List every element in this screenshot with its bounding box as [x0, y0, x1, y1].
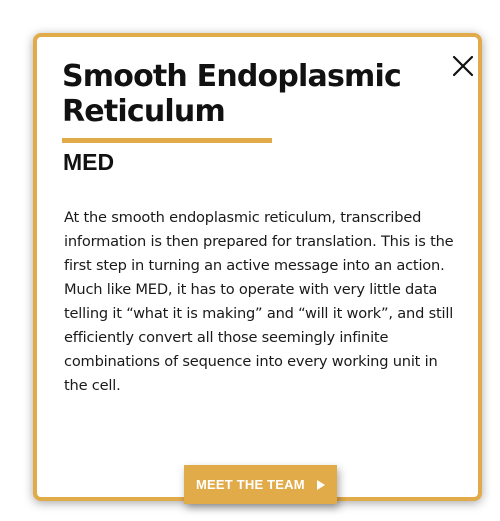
- play-arrow-icon: [317, 479, 325, 490]
- card-description: At the smooth endoplasmic reticulum, tra…: [64, 209, 454, 394]
- meet-the-team-label: MEET THE TEAM: [196, 477, 305, 492]
- title-underline: [62, 138, 272, 143]
- card-title: Smooth Endoplasmic Reticulum: [62, 59, 402, 129]
- info-card: Smooth Endoplasmic Reticulum MED At the …: [33, 33, 482, 504]
- close-icon: [452, 55, 474, 77]
- close-button[interactable]: [450, 53, 476, 79]
- meet-the-team-button[interactable]: MEET THE TEAM: [184, 465, 337, 504]
- card-subtitle: MED: [63, 149, 115, 175]
